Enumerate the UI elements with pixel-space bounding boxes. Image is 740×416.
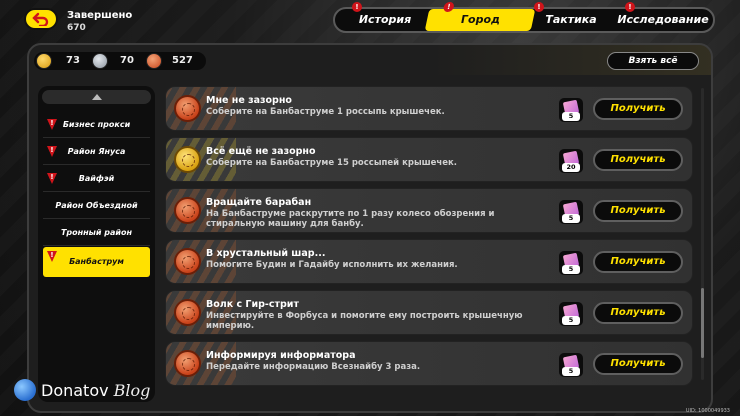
watermark-suffix: Blog	[113, 380, 151, 400]
tab-research[interactable]: ! Исследование	[615, 2, 711, 31]
alert-icon: !	[47, 173, 57, 184]
district-sidebar: ! Бизнес прокси ! Район Януса ! Вайфэй Р…	[38, 86, 155, 402]
sidebar-item-bypass-district[interactable]: Район Объездной	[43, 193, 150, 219]
alert-icon: !	[47, 146, 57, 157]
reward-count: 5	[562, 316, 580, 325]
quest-row: Информируя информатора Передайте информа…	[165, 341, 693, 386]
quest-description: Помогите Будин и Гадайбу исполнить их же…	[206, 260, 458, 270]
scrollbar-thumb[interactable]	[701, 288, 704, 358]
alert-icon: !	[352, 2, 362, 12]
tab-label: Город	[460, 13, 500, 26]
donatov-logo-icon	[14, 379, 36, 401]
quest-description: Соберите на Банбаструме 15 россыпей крыш…	[206, 158, 458, 168]
alert-icon: !	[442, 2, 455, 12]
user-id: UID: 1000049933	[685, 408, 730, 414]
tab-city[interactable]: ! Город	[424, 2, 536, 31]
reward-item[interactable]: 5	[559, 251, 583, 275]
tab-label: Исследование	[617, 13, 709, 26]
bronze-medal-icon	[174, 95, 201, 122]
watermark: Donatov Blog	[14, 376, 150, 404]
sidebar-item-label: Район Януса	[67, 147, 126, 156]
quest-title: В хрустальный шар...	[206, 248, 326, 259]
sidebar-item-label: Район Объездной	[55, 201, 138, 210]
claim-button[interactable]: Получить	[593, 98, 683, 120]
claim-button[interactable]: Получить	[593, 251, 683, 273]
sidebar-item-business-proxy[interactable]: ! Бизнес прокси	[43, 112, 150, 138]
quest-title: Волк с Гир-стрит	[206, 299, 299, 310]
reward-item[interactable]: 5	[559, 200, 583, 224]
tab-tactics[interactable]: ! Тактика	[534, 2, 607, 31]
back-arrow-icon	[32, 12, 49, 26]
alert-icon: !	[47, 119, 57, 130]
claim-button[interactable]: Получить	[593, 149, 683, 171]
claim-button[interactable]: Получить	[593, 200, 683, 222]
alert-icon: !	[534, 2, 544, 12]
reward-count: 20	[562, 163, 580, 172]
alert-icon: !	[625, 2, 635, 12]
sidebar-item-label: Тронный район	[60, 228, 133, 237]
top-bar: Завершено 670 ! История ! Город ! Тактик…	[0, 0, 740, 40]
quest-row: Вращайте барабан На Банбаструме раскрути…	[165, 188, 693, 233]
reward-item[interactable]: 20	[559, 149, 583, 173]
reward-count: 5	[562, 265, 580, 274]
back-button[interactable]	[24, 8, 58, 30]
reward-item[interactable]: 5	[559, 98, 583, 122]
sidebar-item-throne-district[interactable]: Тронный район	[43, 220, 150, 246]
quest-row: Всё ещё не зазорно Соберите на Банбастру…	[165, 137, 693, 182]
reward-count: 5	[562, 214, 580, 223]
scroll-up-button[interactable]	[42, 90, 151, 104]
quest-description: На Банбаструме раскрутите по 1 разу коле…	[206, 209, 495, 229]
status-count: 670	[67, 23, 86, 33]
bronze-medal-icon	[174, 299, 201, 326]
claim-button[interactable]: Получить	[593, 302, 683, 324]
sidebar-item-label: Вайфэй	[78, 174, 115, 183]
reward-item[interactable]: 5	[559, 353, 583, 377]
sidebar-item-wifey[interactable]: ! Вайфэй	[43, 166, 150, 192]
reward-item[interactable]: 5	[559, 302, 583, 326]
reward-count: 5	[562, 112, 580, 121]
quest-list-scrollbar[interactable]	[701, 88, 704, 380]
sidebar-item-label: Бизнес прокси	[62, 120, 131, 129]
bronze-coin-count: 527	[172, 55, 193, 66]
quest-description: Передайте информацию Всезнайбу 3 раза.	[206, 362, 421, 372]
quest-row: Волк с Гир-стрит Инвестируйте в Форбуса …	[165, 290, 693, 335]
quest-title: Вращайте барабан	[206, 197, 312, 208]
status-title: Завершено	[67, 10, 133, 21]
sidebar-item-label: Банбаструм	[69, 257, 124, 266]
bronze-medal-icon	[174, 197, 201, 224]
bronze-medal-icon	[174, 350, 201, 377]
currency-bar: 73 70 527	[34, 52, 206, 70]
quest-description: Соберите на Банбаструме 1 россыпь крышеч…	[206, 107, 445, 117]
quest-row: В хрустальный шар... Помогите Будин и Га…	[165, 239, 693, 284]
claim-button[interactable]: Получить	[593, 353, 683, 375]
alert-icon: !	[47, 251, 57, 262]
quest-title: Всё ещё не зазорно	[206, 146, 316, 157]
watermark-name: Donatov	[41, 380, 109, 400]
sidebar-item-banbastrum[interactable]: ! Банбаструм	[43, 247, 150, 277]
quest-row: Мне не зазорно Соберите на Банбаструме 1…	[165, 86, 693, 131]
reward-count: 5	[562, 367, 580, 376]
bronze-coin-icon	[146, 53, 162, 69]
silver-coin-icon	[92, 53, 108, 69]
completion-status: Завершено 670	[67, 9, 132, 35]
tab-history[interactable]: ! История	[345, 2, 425, 31]
tab-label: Тактика	[545, 13, 597, 26]
tab-bar: ! История ! Город ! Тактика ! Исследован…	[333, 2, 715, 33]
sidebar-item-janus[interactable]: ! Район Януса	[43, 139, 150, 165]
silver-coin-count: 70	[120, 55, 134, 66]
quest-description: Инвестируйте в Форбуса и помогите ему по…	[206, 311, 523, 331]
gold-coin-count: 73	[66, 55, 80, 66]
quest-title: Информируя информатора	[206, 350, 356, 361]
bronze-medal-icon	[174, 248, 201, 275]
take-all-button[interactable]: Взять всё	[607, 52, 699, 70]
quest-title: Мне не зазорно	[206, 95, 292, 106]
tab-label: История	[358, 13, 412, 26]
gold-coin-icon	[36, 53, 52, 69]
gold-medal-icon	[174, 146, 201, 173]
